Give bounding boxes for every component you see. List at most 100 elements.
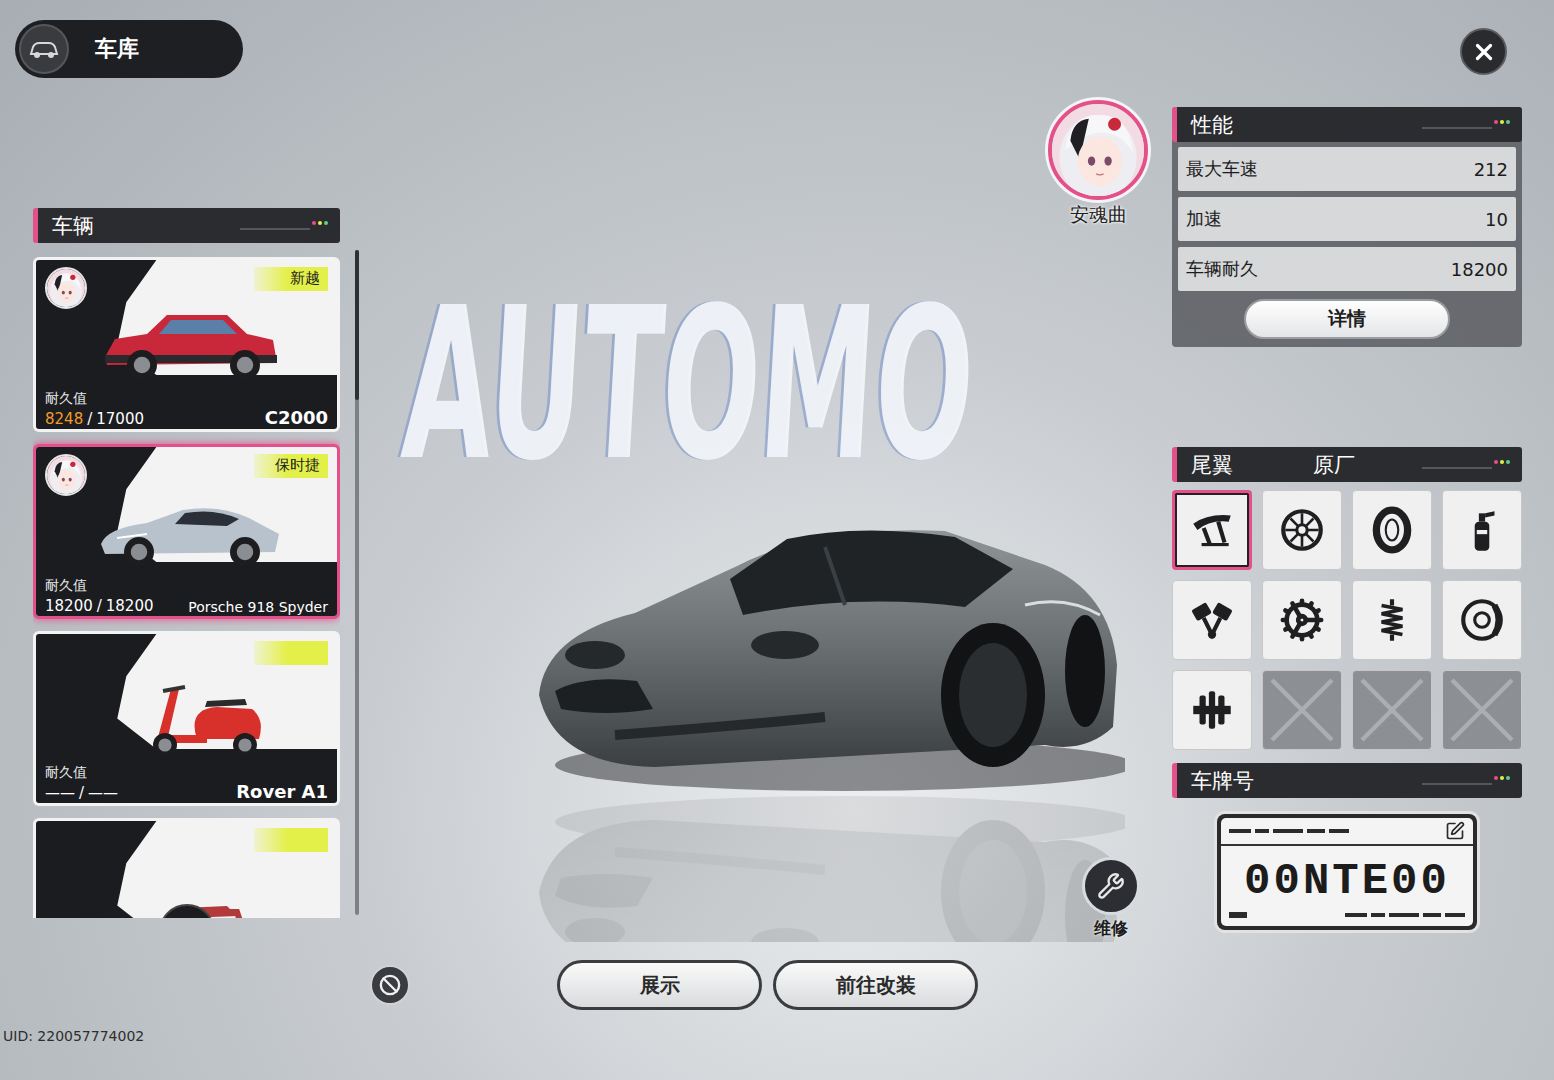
panel-title: 车牌号 <box>1191 767 1254 795</box>
parts-header: 尾翼 原厂 <box>1172 447 1522 482</box>
stat-row: 最大车速212 <box>1178 147 1516 191</box>
vehicle-image <box>45 856 328 918</box>
stat-row: 车辆耐久18200 <box>1178 247 1516 291</box>
brand-badge <box>254 828 328 852</box>
brake-icon <box>1457 595 1507 645</box>
piston-icon <box>1187 595 1237 645</box>
stat-value: 212 <box>1474 159 1508 180</box>
panel-title: 车辆 <box>52 212 94 240</box>
durability: 耐久值 18200/18200 <box>45 577 154 615</box>
tire-icon <box>1367 505 1417 555</box>
vehicle-image <box>45 295 328 390</box>
driver-avatar <box>1048 100 1148 200</box>
edit-icon[interactable] <box>1445 821 1465 841</box>
vehicle-image <box>45 482 328 577</box>
vehicle-card[interactable]: 保时捷耐久值 18200/18200 Porsche 918 Spyder <box>33 444 340 619</box>
part-slot[interactable] <box>1262 580 1342 660</box>
driver[interactable]: 安魂曲 <box>1046 100 1150 228</box>
driver-avatar <box>45 267 87 309</box>
vehicle-card[interactable]: 耐久值——/——Rover A1 <box>33 631 340 806</box>
sports-car-image <box>525 792 1125 942</box>
header-decoration-icon <box>1422 774 1512 788</box>
user-id: UID: 220057774002 <box>0 1028 1554 1044</box>
part-slot[interactable] <box>1442 490 1522 570</box>
close-button[interactable] <box>1460 28 1507 75</box>
garage-title: 车库 <box>95 34 139 64</box>
durability-value: 18200/18200 <box>45 597 154 615</box>
repair-button[interactable]: 维修 <box>1082 857 1140 940</box>
vehicle-card[interactable] <box>33 818 340 918</box>
durability-value: 8248/17000 <box>45 410 144 428</box>
parts-panel: 尾翼 原厂 <box>1172 447 1522 750</box>
plate-logo-icon <box>1229 826 1349 836</box>
durability-label: 耐久值 <box>45 577 154 595</box>
vehicle-card[interactable]: 新越耐久值 8248/17000 C2000 <box>33 257 340 432</box>
close-icon <box>1471 39 1497 65</box>
durability-label: 耐久值 <box>45 390 144 408</box>
supercar-image <box>87 482 287 577</box>
sedan-image <box>87 295 287 390</box>
part-slot[interactable] <box>1262 490 1342 570</box>
part-slot[interactable] <box>1172 670 1252 750</box>
part-slot[interactable] <box>1442 580 1522 660</box>
license-plate[interactable]: 00NTE00 <box>1217 814 1477 930</box>
part-slot[interactable] <box>1172 490 1252 570</box>
wing-icon <box>1187 505 1237 555</box>
header-decoration-icon <box>240 219 330 233</box>
panel-title: 尾翼 <box>1191 451 1233 479</box>
header-decoration-icon <box>1422 118 1512 132</box>
vehicle-panel-header: 车辆 <box>33 208 340 243</box>
driver-portrait-icon <box>47 269 85 307</box>
vehicle-name: C2000 <box>265 407 328 428</box>
durability-label: 耐久值 <box>45 764 118 782</box>
nitro-icon <box>1457 505 1507 555</box>
stat-row: 加速10 <box>1178 197 1516 241</box>
vehicle-name: Porsche 918 Spyder <box>188 599 328 615</box>
action-button[interactable]: 前往改装 <box>773 960 978 1010</box>
driver-name: 安魂曲 <box>1070 202 1127 228</box>
action-button[interactable]: 展示 <box>557 960 762 1010</box>
empty-slot-icon <box>1266 674 1338 746</box>
gear-icon <box>1279 597 1325 643</box>
empty-part-slot <box>1352 670 1432 750</box>
rim-icon <box>1277 505 1327 555</box>
panel-value: 原厂 <box>1313 451 1355 479</box>
plate-panel: 车牌号 00NTE00 <box>1172 763 1522 930</box>
stat-label: 加速 <box>1186 207 1222 231</box>
plate-header: 车牌号 <box>1172 763 1522 798</box>
driver-portrait-icon <box>47 456 85 494</box>
part-slot[interactable] <box>1352 580 1432 660</box>
vehicle-list: 新越耐久值8248/17000C2000保时捷耐久值18200/18200Por… <box>33 257 340 918</box>
driver-portrait-icon <box>1052 104 1144 196</box>
scrollbar-thumb[interactable] <box>355 250 359 400</box>
durability: 耐久值 8248/17000 <box>45 390 144 428</box>
durability: 耐久值 ——/—— <box>45 764 118 802</box>
plate-number: 00NTE00 <box>1221 846 1473 910</box>
garage-header: 车库 <box>15 20 243 78</box>
garage-icon <box>28 38 60 60</box>
garage-screen: AUTOMO车库车辆新越耐久值8248/17000C2000保时捷耐久值1820… <box>0 0 1554 1080</box>
repair-label: 维修 <box>1094 917 1128 940</box>
vehicle-panel: 车辆新越耐久值8248/17000C2000保时捷耐久值18200/18200P… <box>33 208 340 950</box>
scrollbar[interactable] <box>355 250 359 915</box>
durability-value: ——/—— <box>45 784 118 802</box>
part-slot[interactable] <box>1352 490 1432 570</box>
hide-icon <box>379 974 401 996</box>
hide-ui-button[interactable] <box>370 965 410 1005</box>
part-slot[interactable] <box>1172 580 1252 660</box>
brand-badge: 保时捷 <box>254 454 328 478</box>
plate-mark-icon <box>1229 912 1247 918</box>
vehicle-image <box>45 669 328 764</box>
scooter-image <box>87 669 287 764</box>
details-button[interactable]: 详情 <box>1244 299 1450 339</box>
brand-badge: 新越 <box>254 267 328 291</box>
wrench-icon <box>1097 872 1125 900</box>
performance-panel: 性能最大车速212 加速10 车辆耐久18200 详情 <box>1172 107 1522 347</box>
car-display[interactable] <box>525 495 1125 795</box>
performance-header: 性能 <box>1172 107 1522 142</box>
empty-part-slot <box>1442 670 1522 750</box>
stat-label: 车辆耐久 <box>1186 257 1258 281</box>
header-decoration-icon <box>1422 458 1512 472</box>
clutch-icon <box>1187 685 1237 735</box>
plate-footer-icon <box>1345 910 1465 920</box>
